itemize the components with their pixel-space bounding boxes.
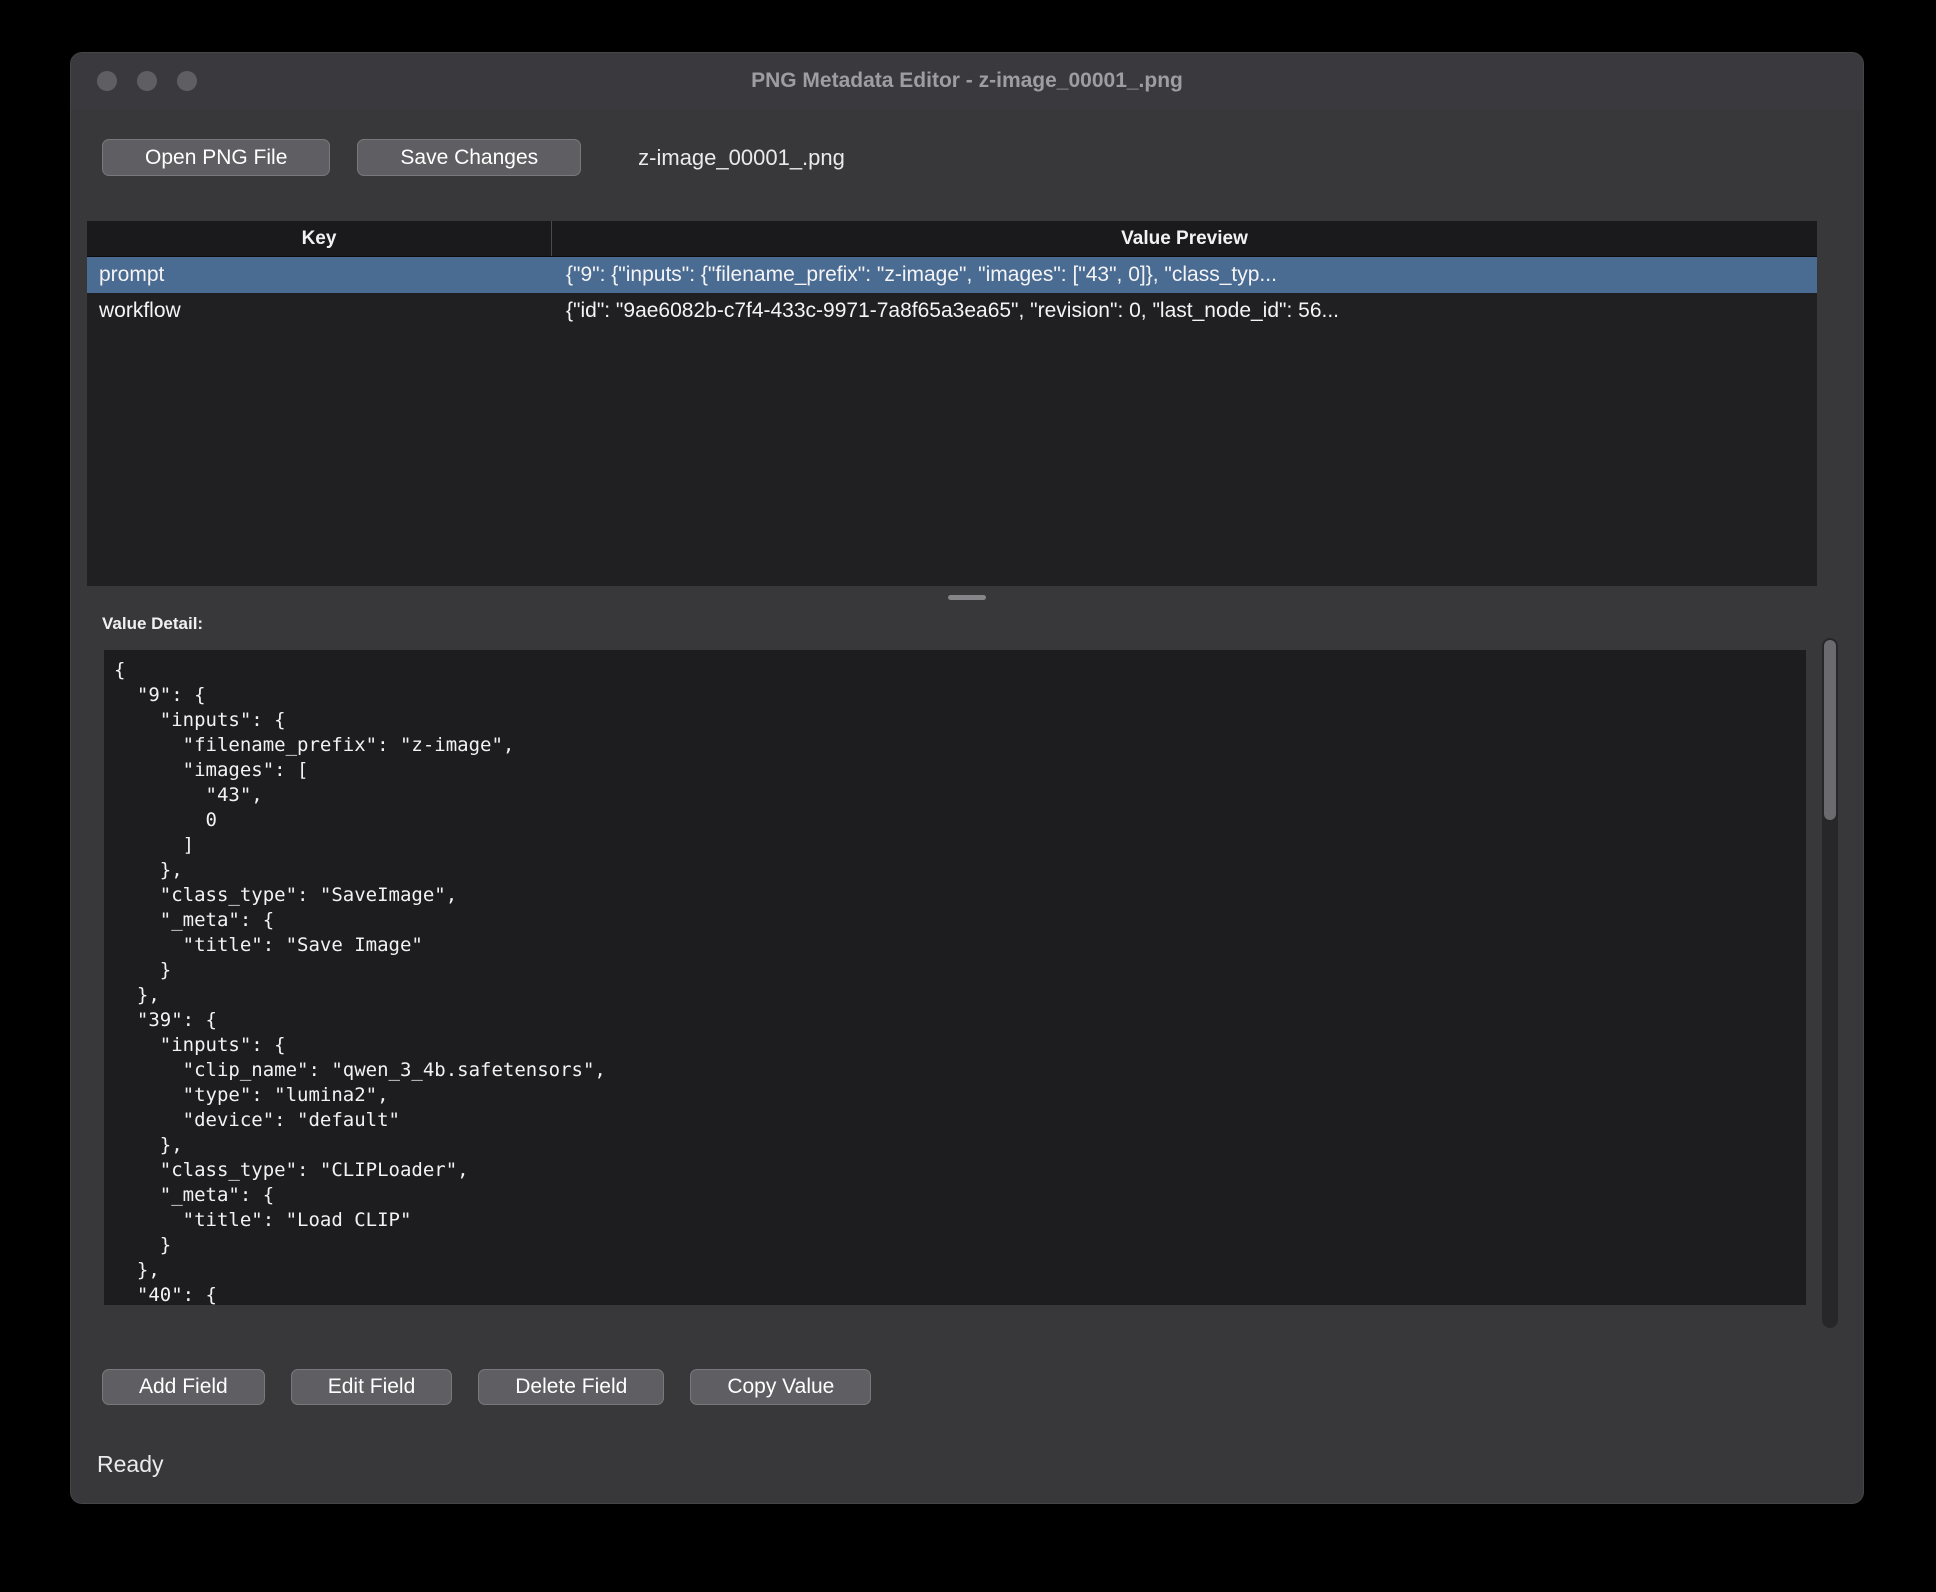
delete-field-button[interactable]: Delete Field (478, 1369, 664, 1405)
table-row-workflow[interactable]: workflow {"id": "9ae6082b-c7f4-433c-9971… (87, 293, 1817, 329)
status-text: Ready (97, 1451, 1863, 1478)
row-value-preview: {"id": "9ae6082b-c7f4-433c-9971-7a8f65a3… (552, 299, 1817, 323)
copy-value-button[interactable]: Copy Value (690, 1369, 871, 1405)
field-actions: Add Field Edit Field Delete Field Copy V… (102, 1369, 1863, 1405)
zoom-window-icon[interactable] (177, 71, 197, 91)
window-title: PNG Metadata Editor - z-image_00001_.png (751, 69, 1183, 93)
save-changes-button[interactable]: Save Changes (357, 139, 581, 176)
current-filename-label: z-image_00001_.png (638, 145, 845, 171)
value-detail-textarea[interactable]: { "9": { "inputs": { "filename_prefix": … (104, 650, 1806, 1305)
title-bar[interactable]: PNG Metadata Editor - z-image_00001_.png (71, 53, 1863, 109)
traffic-lights (97, 53, 197, 109)
column-header-key[interactable]: Key (87, 221, 552, 256)
detail-scrollbar-thumb[interactable] (1824, 640, 1836, 820)
value-detail-area: { "9": { "inputs": { "filename_prefix": … (104, 650, 1838, 1305)
minimize-window-icon[interactable] (137, 71, 157, 91)
row-key: prompt (87, 263, 552, 287)
detail-scrollbar[interactable] (1822, 638, 1838, 1328)
close-window-icon[interactable] (97, 71, 117, 91)
row-value-preview: {"9": {"inputs": {"filename_prefix": "z-… (552, 263, 1817, 287)
open-png-file-button[interactable]: Open PNG File (102, 139, 330, 176)
row-key: workflow (87, 299, 552, 323)
app-window: PNG Metadata Editor - z-image_00001_.png… (70, 52, 1864, 1504)
add-field-button[interactable]: Add Field (102, 1369, 265, 1405)
toolbar: Open PNG File Save Changes z-image_00001… (102, 139, 1863, 176)
table-header: Key Value Preview (87, 221, 1817, 257)
column-header-value-preview[interactable]: Value Preview (552, 221, 1817, 256)
value-detail-label: Value Detail: (102, 614, 1863, 634)
metadata-table: Key Value Preview prompt {"9": {"inputs"… (87, 221, 1817, 586)
edit-field-button[interactable]: Edit Field (291, 1369, 453, 1405)
splitter-grip-icon[interactable] (948, 595, 986, 600)
pane-splitter[interactable] (71, 586, 1863, 608)
table-row-prompt[interactable]: prompt {"9": {"inputs": {"filename_prefi… (87, 257, 1817, 293)
